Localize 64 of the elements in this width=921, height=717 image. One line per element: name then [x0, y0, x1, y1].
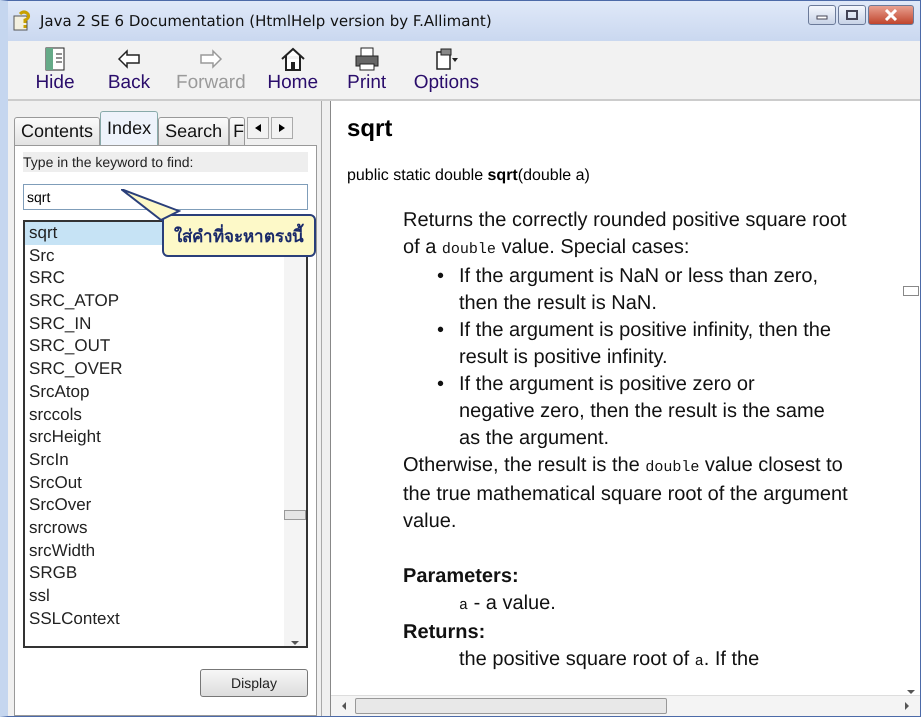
keyword-item[interactable]: SRGB [25, 562, 284, 585]
scrollbar-thumb[interactable] [284, 510, 306, 520]
description-text: Returns the correctly rounded positive square root of a double value. Special cases: [403, 208, 848, 260]
down-arrow-icon [289, 640, 301, 646]
method-signature: public static double sqrt(double a) [347, 167, 591, 185]
maximize-icon [846, 10, 858, 20]
keyword-item[interactable]: SRC_IN [25, 312, 284, 336]
keyword-item[interactable]: SRC_OUT [25, 335, 284, 358]
printer-icon [352, 46, 381, 72]
tab[interactable]: Contents [14, 117, 100, 145]
keyword-item[interactable]: SrcIn [25, 448, 284, 472]
keyword-item[interactable]: SrcOut [25, 472, 284, 494]
keyword-item[interactable]: srcrows [25, 516, 284, 540]
down-arrow-icon [905, 689, 917, 695]
left-arrow-icon [341, 701, 347, 711]
tab[interactable]: F [229, 117, 246, 145]
bullet: • [437, 372, 446, 397]
keyword-item[interactable]: SRC [25, 267, 284, 290]
section-heading: Returns: [403, 620, 486, 645]
bullet: • [437, 264, 446, 289]
right-arrow-icon [904, 701, 910, 711]
keyword-item[interactable]: SSLContext [25, 608, 284, 630]
left-triangle-icon [254, 123, 262, 133]
house-icon [278, 46, 307, 72]
keyword-item[interactable]: SrcOver [25, 494, 284, 517]
window-title: Java 2 SE 6 Documentation (HtmlHelp version by F.Allimant) [40, 12, 492, 30]
keyword-item[interactable]: ssl [25, 585, 284, 608]
close-button[interactable] [868, 5, 914, 25]
list-item: If the argument is NaN or less than zero, then the result is NaN. [459, 264, 820, 316]
left-arrow-icon [115, 46, 143, 72]
description-text: Otherwise, the result is the double value closest to the true mathematical square root of the argument value. [403, 453, 849, 534]
keyword-field[interactable]: sqrt [23, 184, 308, 210]
maximize-button[interactable] [838, 5, 866, 25]
keyword-item[interactable]: SRC_OVER [25, 358, 284, 381]
list-item: If the argument is positive infinity, then the result is positive infinity. [459, 318, 832, 370]
keyword-item[interactable]: srccols [25, 404, 284, 426]
scrollbar-thumb[interactable] [355, 698, 667, 714]
print-button[interactable]: Print [332, 46, 402, 94]
keyword-item[interactable]: srcHeight [25, 426, 284, 449]
right-triangle-icon [278, 123, 286, 133]
tab[interactable]: Search [158, 117, 230, 145]
close-icon [884, 9, 898, 21]
hide-button[interactable]: Hide [20, 46, 90, 94]
minimize-button[interactable] [808, 5, 836, 25]
page-heading: sqrt [347, 115, 394, 143]
list-item: If the argument is positive zero or negative zero, then the result is the same as the argument. [459, 372, 826, 451]
parameter-text: a - a value. [459, 591, 557, 616]
home-button[interactable]: Home [258, 46, 328, 94]
callout-pointer [121, 189, 181, 221]
section-heading: Parameters: [403, 564, 520, 589]
tab[interactable]: Index [100, 111, 158, 145]
back-button[interactable]: Back [94, 46, 164, 94]
keyword-item[interactable]: srcWidth [25, 540, 284, 562]
display-button[interactable]: Display [200, 669, 308, 697]
keyword-prompt: Type in the keyword to find: [23, 152, 308, 172]
bullet: • [437, 318, 446, 343]
keyword-item[interactable]: SrcAtop [25, 380, 284, 404]
scrollbar-thumb[interactable] [903, 286, 919, 296]
options-button[interactable]: Options [406, 46, 488, 94]
scroll-right-button[interactable] [271, 117, 294, 139]
returns-text: the positive square root of a. If the [459, 647, 760, 672]
scroll-left-button[interactable] [247, 117, 270, 139]
horizontal-scrollbar[interactable] [331, 695, 920, 716]
keyword-item[interactable]: SRC_ATOP [25, 290, 284, 313]
